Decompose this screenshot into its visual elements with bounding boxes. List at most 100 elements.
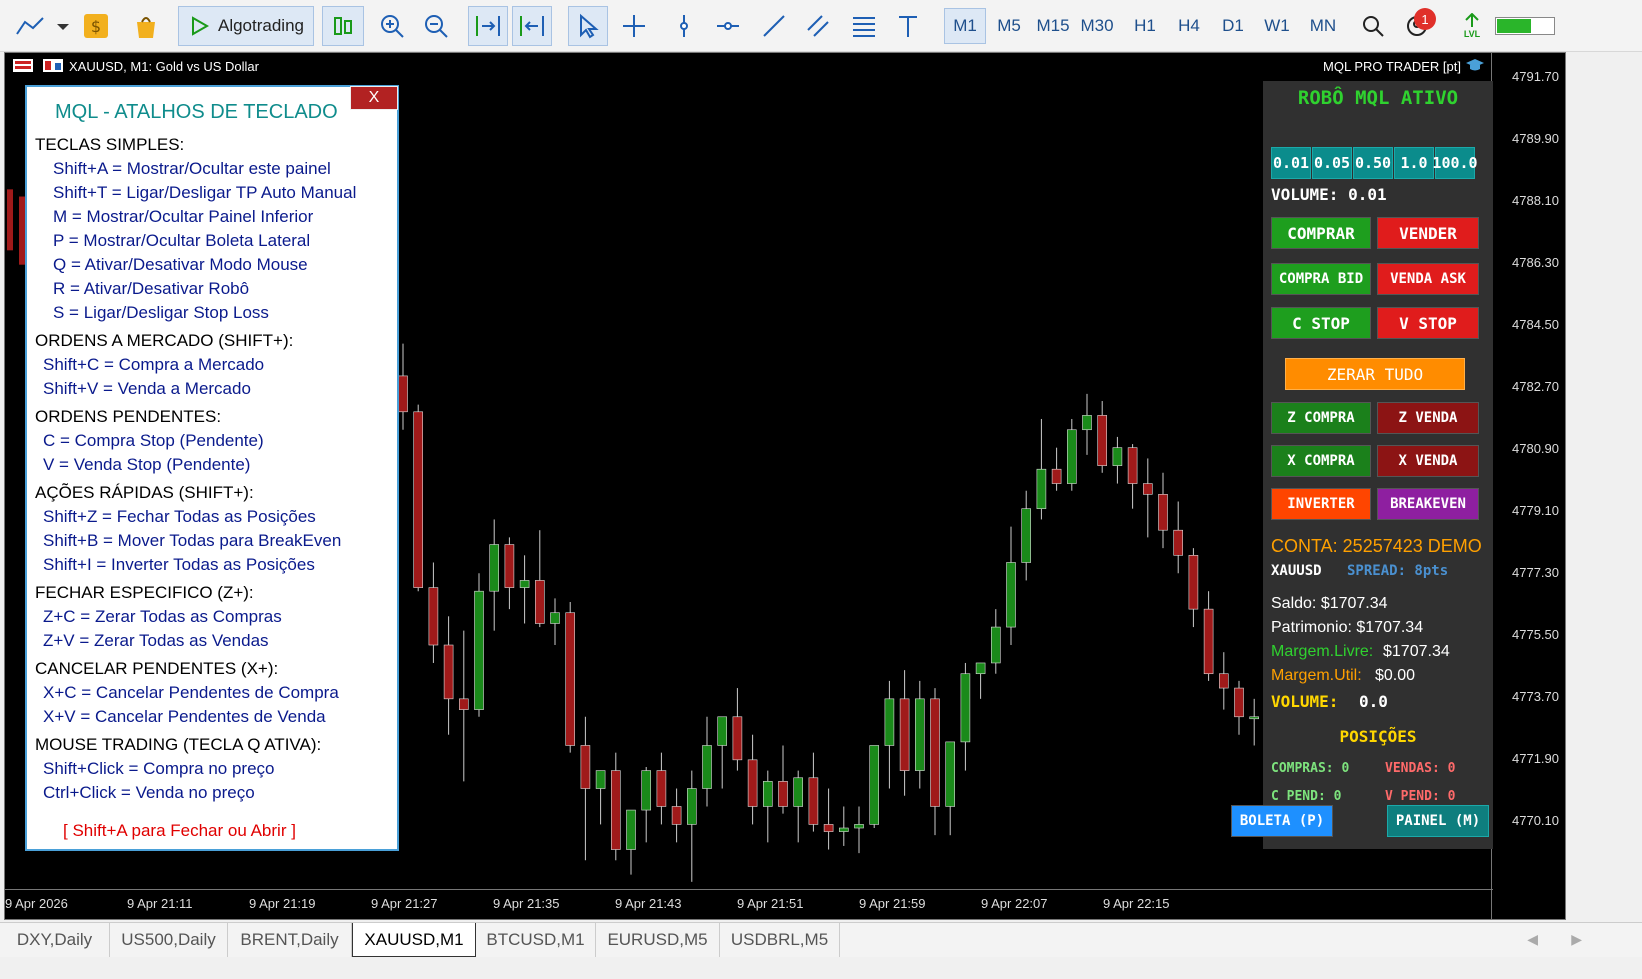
close-panel-button[interactable]: X (350, 86, 398, 110)
timeframe-h4[interactable]: H4 (1168, 8, 1210, 44)
z-venda-button[interactable]: Z VENDA (1377, 402, 1479, 434)
zerar-tudo-button[interactable]: ZERAR TUDO (1285, 358, 1465, 390)
comprar-button[interactable]: COMPRAR (1271, 217, 1371, 249)
timeframe-m1[interactable]: M1 (944, 8, 986, 44)
candle (1097, 401, 1107, 473)
bull-candle-body (1249, 716, 1259, 720)
tab-btcusd-m1[interactable]: BTCUSD,M1 (476, 923, 596, 957)
timeframe-d1[interactable]: D1 (1212, 8, 1254, 44)
lot-button-0-05[interactable]: 0.05 (1312, 147, 1352, 179)
crosshair-icon[interactable] (618, 6, 650, 46)
lot-button-100-0[interactable]: 100.0 (1432, 147, 1478, 179)
timeframe-w1[interactable]: W1 (1256, 8, 1298, 44)
shortcut-section-heading: CANCELAR PENDENTES (X+): (35, 659, 279, 678)
bull-candle-body (641, 770, 652, 811)
tab-us500-daily[interactable]: US500,Daily (110, 923, 228, 957)
algotrading-button[interactable]: Algotrading (178, 6, 314, 46)
v-stop-button[interactable]: V STOP (1377, 307, 1479, 339)
tab-brent-daily[interactable]: BRENT,Daily (228, 923, 352, 957)
tab-xauusd-m1[interactable]: XAUUSD,M1 (352, 923, 476, 957)
price-label: 4779.10 (1512, 503, 1559, 518)
candle (990, 609, 1001, 674)
text-tool-icon[interactable] (892, 6, 924, 46)
tab-scroll-right-icon[interactable]: ▶ (1571, 931, 1582, 948)
bull-candle-body (1036, 468, 1047, 509)
bull-candle-body (945, 741, 956, 807)
painel-button[interactable]: PAINEL (M) (1387, 805, 1489, 837)
candle (474, 573, 484, 717)
candle (413, 404, 424, 592)
zoom-out-icon[interactable] (420, 6, 452, 46)
account-icon[interactable]: 1 (1400, 6, 1436, 46)
bear-candle-body (1188, 555, 1199, 610)
bear-candle-body (1143, 483, 1153, 495)
trendline-icon[interactable] (758, 6, 790, 46)
c-pend-count: C PEND: 0 (1271, 789, 1342, 804)
vender-button[interactable]: VENDER (1377, 217, 1479, 249)
shortcut-section-heading: TECLAS SIMPLES: (35, 135, 185, 154)
x-venda-button[interactable]: X VENDA (1377, 445, 1479, 477)
z-compra-button[interactable]: Z COMPRA (1271, 402, 1371, 434)
cursor-icon[interactable] (568, 6, 608, 46)
price-scale[interactable]: 4791.70 4789.90 4788.10 4786.30 4784.50 4782.… (1491, 53, 1565, 919)
chart-window[interactable]: XAUUSD, M1: Gold vs US Dollar MQL PRO TR… (4, 52, 1566, 920)
vertical-line-icon[interactable] (668, 6, 700, 46)
chart-type-dropdown[interactable] (10, 6, 72, 46)
candle (747, 734, 758, 825)
candles-icon[interactable] (322, 6, 364, 46)
candle (1082, 393, 1092, 455)
shortcuts-panel: X MQL - ATALHOS DE TECLADO TECLAS SIMPLE… (25, 85, 399, 851)
candle (641, 767, 652, 843)
market-bag-icon[interactable] (130, 6, 162, 46)
autoscroll-icon[interactable] (512, 6, 552, 46)
inverter-button[interactable]: INVERTER (1271, 488, 1371, 520)
timeframe-m30[interactable]: M30 (1076, 8, 1118, 44)
bull-candle-body (1021, 508, 1032, 563)
breakeven-button[interactable]: BREAKEVEN (1377, 488, 1479, 520)
timeframe-m5[interactable]: M5 (988, 8, 1030, 44)
shortcuts-title: MQL - ATALHOS DE TECLADO (55, 101, 338, 123)
bull-candle-body (519, 580, 530, 588)
dollar-icon[interactable]: $ (80, 6, 112, 46)
timeframe-h1[interactable]: H1 (1124, 8, 1166, 44)
time-label: 9 Apr 21:35 (493, 896, 560, 911)
tab-eurusd-m5[interactable]: EURUSD,M5 (596, 923, 720, 957)
margem-util-label: Margem.Util: (1271, 667, 1362, 684)
candle (899, 670, 910, 796)
shortcut-item: Shift+Z = Fechar Todas as Posições (43, 507, 316, 526)
bear-candle-body (1127, 447, 1138, 484)
timeframe-m15[interactable]: M15 (1032, 8, 1074, 44)
compras-count: COMPRAS: 0 (1271, 761, 1350, 776)
time-label: 9 Apr 22:07 (981, 896, 1048, 911)
candle (656, 752, 667, 825)
bear-candle-body (732, 716, 743, 761)
time-scale[interactable]: 9 Apr 2026 9 Apr 21:11 9 Apr 21:19 9 Apr 21… (5, 889, 1493, 919)
candle (778, 745, 788, 814)
tab-dxy-daily[interactable]: DXY,Daily (0, 923, 110, 957)
bull-candle-body (489, 544, 500, 592)
candle (1234, 680, 1244, 735)
lot-button-0-01[interactable]: 0.01 (1271, 147, 1311, 179)
compra-bid-button[interactable]: COMPRA BID (1271, 263, 1371, 295)
candle (838, 806, 849, 846)
line-chart-icon (16, 17, 69, 35)
boleta-button[interactable]: BOLETA (P) (1231, 805, 1333, 837)
tab-usdbrl-m5[interactable]: USDBRL,M5 (720, 923, 840, 957)
c-stop-button[interactable]: C STOP (1271, 307, 1371, 339)
bear-candle-body (1051, 468, 1062, 484)
x-compra-button[interactable]: X COMPRA (1271, 445, 1371, 477)
candle (1112, 436, 1123, 484)
timeframe-mn[interactable]: MN (1302, 8, 1344, 44)
zoom-in-icon[interactable] (376, 6, 408, 46)
shortcut-item: S = Ligar/Desligar Stop Loss (53, 303, 269, 322)
chart-shift-icon[interactable] (468, 6, 508, 46)
shortcut-item: R = Ativar/Desativar Robô (53, 279, 250, 298)
search-icon[interactable] (1358, 6, 1388, 46)
lot-button-1-0[interactable]: 1.0 (1394, 147, 1434, 179)
tab-scroll-left-icon[interactable]: ◀ (1527, 931, 1538, 948)
horizontal-line-icon[interactable] (712, 6, 744, 46)
venda-ask-button[interactable]: VENDA ASK (1377, 263, 1479, 295)
channel-icon[interactable] (802, 6, 834, 46)
lot-button-0-50[interactable]: 0.50 (1353, 147, 1393, 179)
fibonacci-icon[interactable] (848, 6, 880, 46)
